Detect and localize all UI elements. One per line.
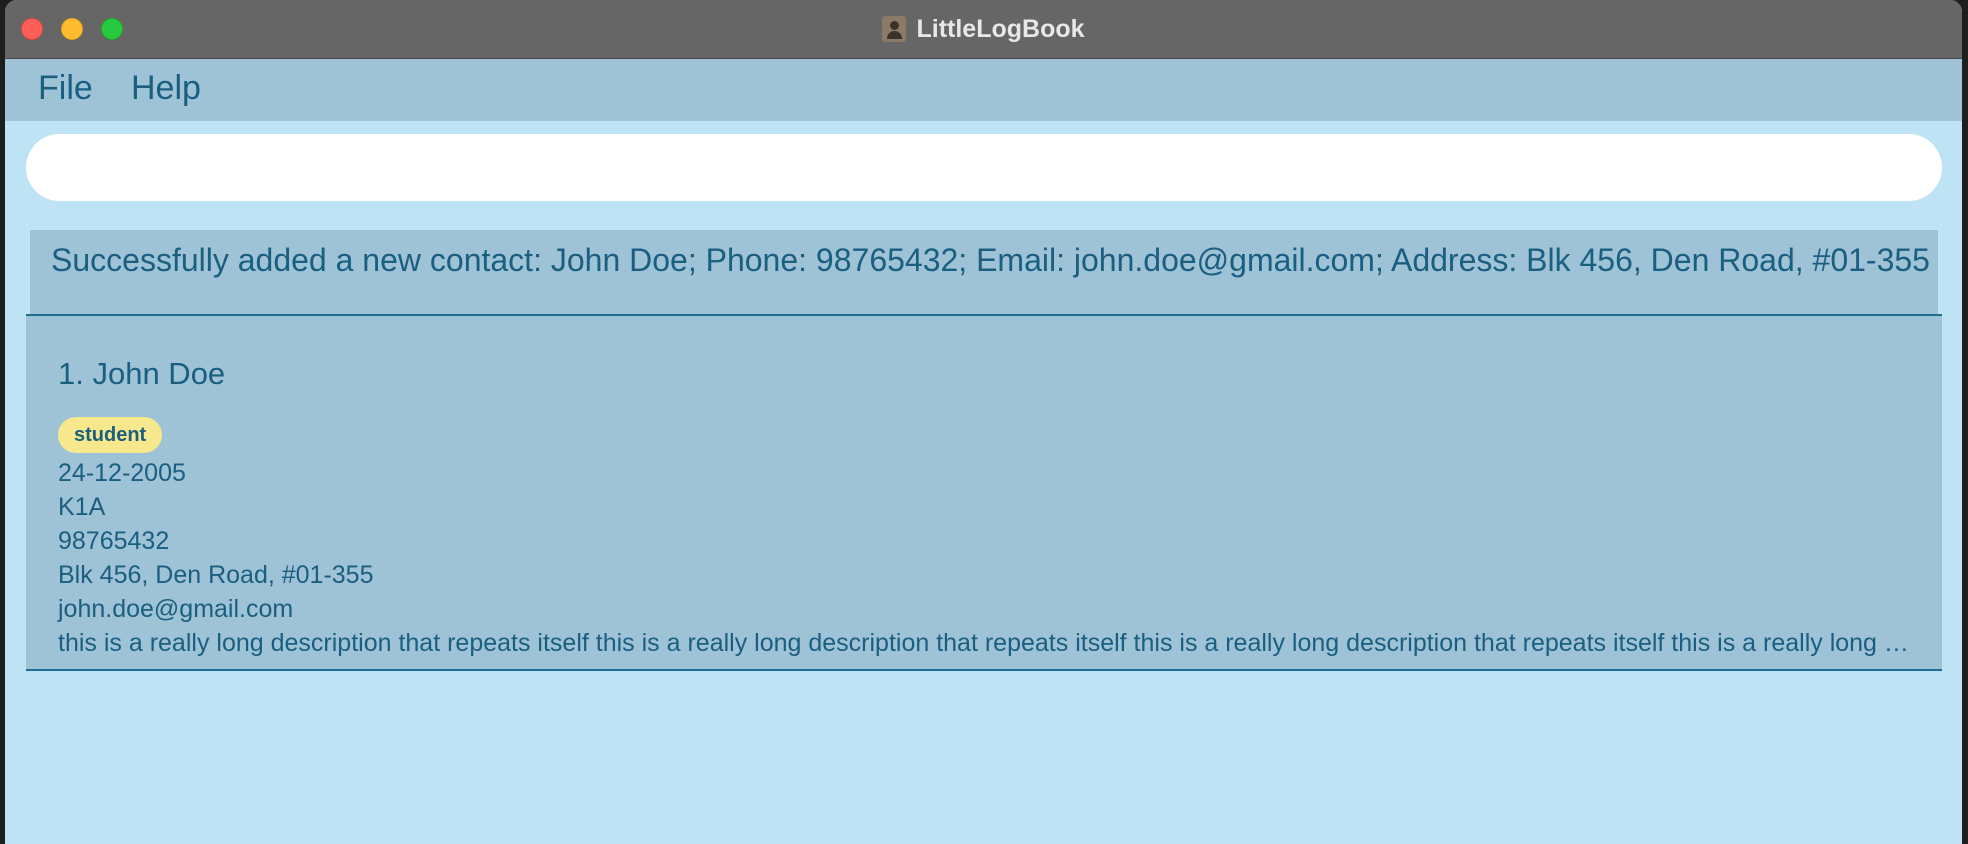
contact-address: Blk 456, Den Road, #01-355 xyxy=(58,561,374,589)
app-window: LittleLogBook File Help Successfully add… xyxy=(5,0,1962,844)
command-input[interactable] xyxy=(26,134,1942,201)
contact-description: this is a really long description that r… xyxy=(58,629,1918,657)
contact-card[interactable]: 1. John Doe student 24-12-2005 K1A 98765… xyxy=(26,314,1942,671)
contact-dob: 24-12-2005 xyxy=(58,459,186,487)
menu-help[interactable]: Help xyxy=(131,69,201,108)
title-bar[interactable]: LittleLogBook xyxy=(5,0,1962,59)
menu-file[interactable]: File xyxy=(38,69,93,108)
window-title: LittleLogBook xyxy=(916,14,1085,43)
window-title-group: LittleLogBook xyxy=(5,0,1962,58)
result-message: Successfully added a new contact: John D… xyxy=(51,242,1930,278)
contact-phone: 98765432 xyxy=(58,527,170,555)
contact-book-icon xyxy=(882,16,907,42)
contact-email: john.doe@gmail.com xyxy=(58,595,294,623)
contact-name: 1. John Doe xyxy=(58,356,226,391)
contact-class: K1A xyxy=(58,493,106,521)
contact-tag: student xyxy=(58,417,163,453)
menu-bar: File Help xyxy=(5,59,1962,121)
